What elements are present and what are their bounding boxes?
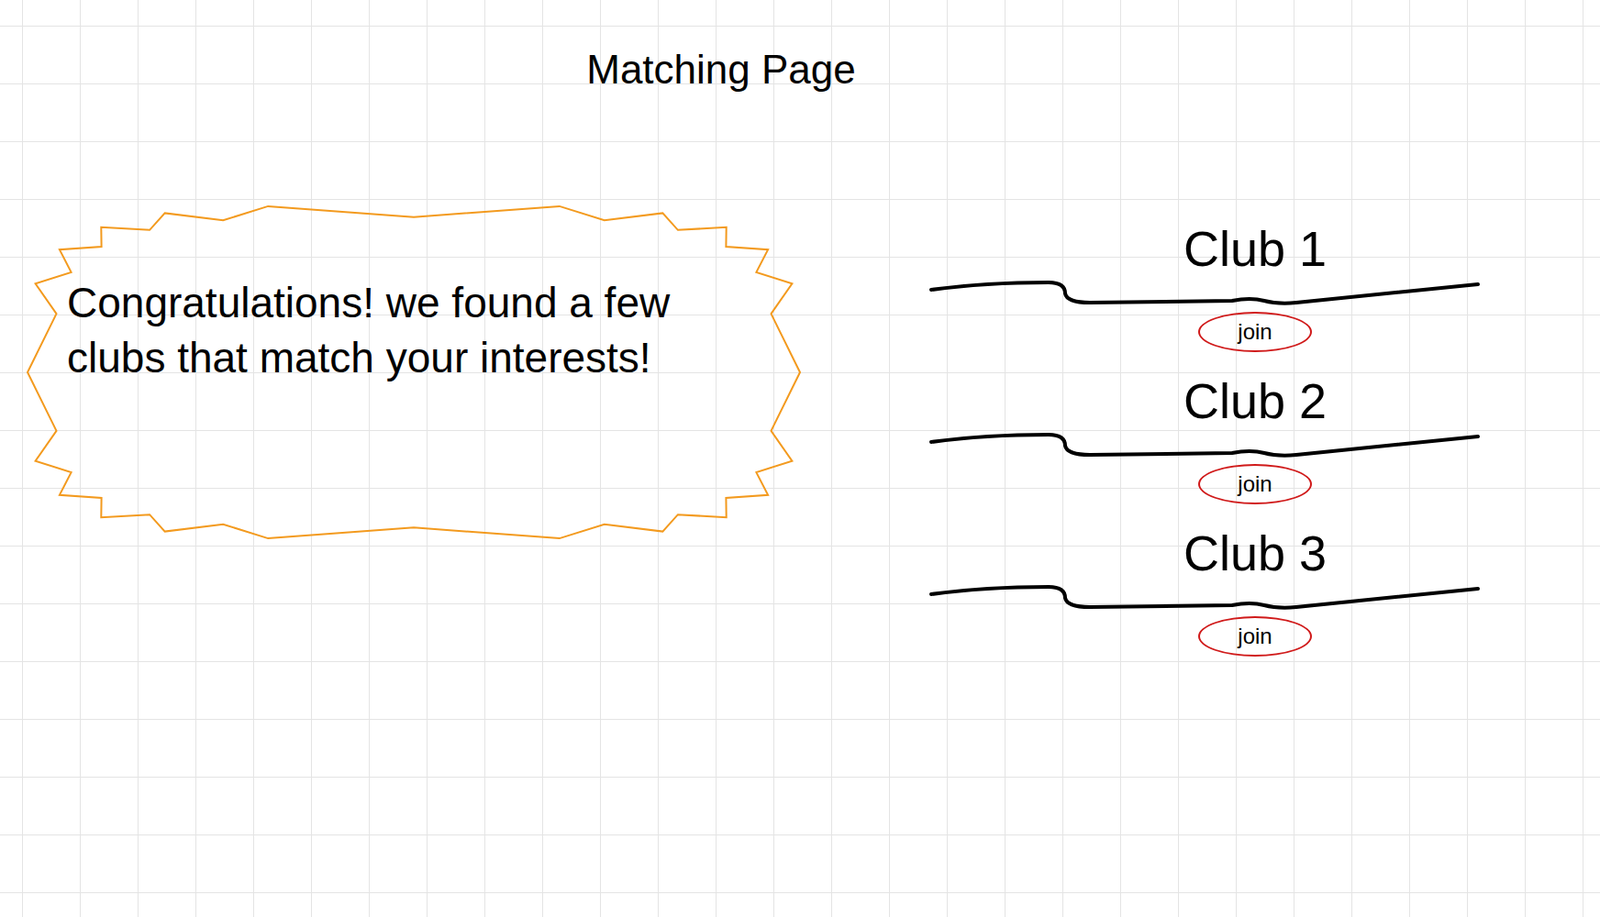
- club-list: Club 1 join Club 2 join Club 3 join: [979, 220, 1531, 657]
- join-button[interactable]: join: [1198, 616, 1312, 657]
- join-button[interactable]: join: [1198, 311, 1312, 353]
- divider-line: [929, 429, 1480, 461]
- club-item: Club 3 join: [979, 524, 1531, 657]
- club-item: Club 1 join: [979, 220, 1531, 353]
- title-bar: Matching Page: [0, 0, 1600, 96]
- club-item: Club 2 join: [979, 372, 1531, 505]
- congrats-message: Congratulations! we found a few clubs th…: [5, 183, 740, 386]
- page-title: Matching Page: [0, 44, 1443, 96]
- divider-line: [929, 581, 1480, 613]
- join-button[interactable]: join: [1198, 464, 1312, 505]
- club-name: Club 2: [1179, 372, 1331, 430]
- content-row: Congratulations! we found a few clubs th…: [0, 183, 1600, 657]
- message-burst: Congratulations! we found a few clubs th…: [5, 183, 823, 562]
- club-name: Club 1: [1179, 220, 1331, 278]
- page-canvas: Matching Page Congratulations! we found …: [0, 0, 1600, 917]
- club-name: Club 3: [1179, 524, 1331, 582]
- divider-line: [929, 277, 1480, 309]
